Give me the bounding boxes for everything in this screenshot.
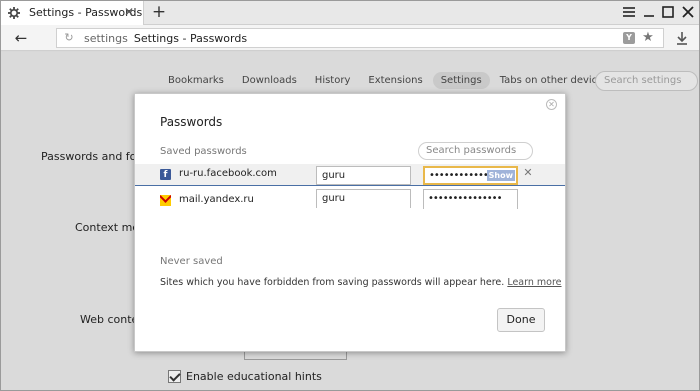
window-frame [0, 0, 700, 391]
